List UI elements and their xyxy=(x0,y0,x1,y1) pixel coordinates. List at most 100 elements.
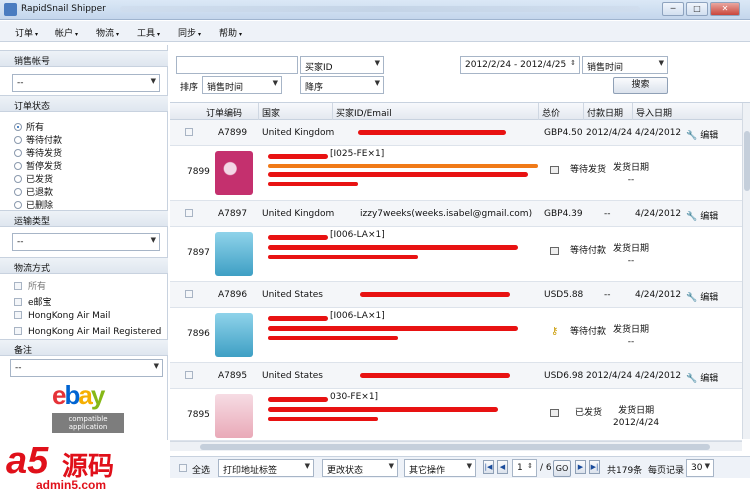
order-number: 7896 xyxy=(187,329,210,339)
admin5-watermark: a5 源码 admin5.com xyxy=(0,440,160,495)
date-range-picker[interactable]: 2012/2/24 - 2012/4/25 ⇕ xyxy=(460,56,580,74)
radio-selected-icon xyxy=(14,123,22,131)
edit-link[interactable]: 🔧 编辑 xyxy=(686,290,718,303)
order-code: A7896 xyxy=(218,290,248,300)
maximize-button[interactable]: □ xyxy=(686,2,708,16)
go-button[interactable]: GO xyxy=(553,460,571,477)
sales-account-heading: 销售帐号 xyxy=(0,50,168,67)
document-icon[interactable] xyxy=(550,247,559,255)
order-row[interactable]: A7897 United Kingdom izzy7weeks(weeks.is… xyxy=(170,201,742,227)
edit-link[interactable]: 🔧 编辑 xyxy=(686,128,718,141)
watermark-url: admin5.com xyxy=(36,478,107,492)
menu-accounts[interactable]: 帐户 ▾ xyxy=(55,26,78,39)
logistics-check-all[interactable]: 所有 xyxy=(14,279,46,292)
chevron-down-icon: ▼ xyxy=(374,59,380,67)
order-row[interactable]: A7899 United Kingdom GBP4.50 2012/4/24 4… xyxy=(170,120,742,146)
redaction-mark xyxy=(268,164,538,168)
per-page-select[interactable]: 30 ▼ xyxy=(686,459,714,477)
sort-order-select[interactable]: 降序 ▼ xyxy=(300,76,384,94)
status-radio-all[interactable]: 所有 xyxy=(14,120,44,133)
order-paid-date: 2012/4/24 xyxy=(586,371,633,381)
menu-logistics[interactable]: 物流 ▾ xyxy=(96,26,119,39)
status-radio-refunded[interactable]: 已退款 xyxy=(14,185,53,198)
sales-account-select[interactable]: -- ▼ xyxy=(12,74,160,92)
order-row[interactable]: A7895 United States USD6.98 2012/4/24 4/… xyxy=(170,363,742,389)
sidebar: 销售帐号 -- ▼ 订单状态 所有 等待付款 等待发货 暂停发货 已发货 已退款 … xyxy=(0,45,168,440)
status-radio-paused[interactable]: 暂停发货 xyxy=(14,159,62,172)
redaction-mark xyxy=(358,130,506,135)
col-buyer[interactable]: 买家ID/Email xyxy=(336,106,392,119)
status-radio-awaiting-payment[interactable]: 等待付款 xyxy=(14,133,62,146)
first-page-icon[interactable]: |◀ xyxy=(483,460,494,474)
menu-sync[interactable]: 同步 ▾ xyxy=(178,26,201,39)
redaction-mark xyxy=(268,154,328,159)
menu-tools[interactable]: 工具 ▾ xyxy=(137,26,160,39)
vertical-scrollbar[interactable] xyxy=(742,103,750,439)
redaction-mark xyxy=(268,316,328,321)
remark-select[interactable]: -- ▼ xyxy=(10,359,163,377)
order-sku: 030-FE×1] xyxy=(330,392,379,402)
order-status: 等待发货 xyxy=(570,165,607,175)
chevron-down-icon: ▼ xyxy=(304,462,310,470)
search-input[interactable] xyxy=(176,56,298,74)
page-number-input[interactable]: 1 ⇕ xyxy=(512,459,537,477)
product-thumbnail[interactable] xyxy=(215,232,253,276)
col-order-code[interactable]: 订单编码 xyxy=(206,106,242,119)
order-number: 7895 xyxy=(187,410,210,420)
sort-field-select[interactable]: 销售时间 ▼ xyxy=(202,76,282,94)
col-import-date[interactable]: 导入日期 xyxy=(636,106,672,119)
redaction-mark xyxy=(360,373,510,378)
select-all-checkbox[interactable] xyxy=(179,464,187,472)
print-label-select[interactable]: 打印地址标签 ▼ xyxy=(218,459,314,477)
next-page-icon[interactable]: ▶ xyxy=(575,460,586,474)
minimize-button[interactable]: ─ xyxy=(662,2,684,16)
status-radio-shipped[interactable]: 已发货 xyxy=(14,172,53,185)
shipping-type-select[interactable]: -- ▼ xyxy=(12,233,160,251)
col-country[interactable]: 国家 xyxy=(262,106,280,119)
search-button[interactable]: 搜索 xyxy=(613,77,668,94)
logistics-check-hk-air-mail[interactable]: HongKong Air Mail xyxy=(14,311,110,321)
change-status-select[interactable]: 更改状态 ▼ xyxy=(322,459,398,477)
prev-page-icon[interactable]: ◀ xyxy=(497,460,508,474)
edit-link[interactable]: 🔧 编辑 xyxy=(686,209,718,222)
horizontal-scrollbar[interactable] xyxy=(170,441,742,451)
order-country: United Kingdom xyxy=(262,209,335,219)
col-paid-date[interactable]: 付款日期 xyxy=(587,106,623,119)
document-icon[interactable] xyxy=(550,409,559,417)
document-icon[interactable] xyxy=(550,166,559,174)
order-number: 7899 xyxy=(187,167,210,177)
chevron-down-icon: ▼ xyxy=(704,462,710,470)
row-checkbox[interactable] xyxy=(185,209,193,217)
row-checkbox[interactable] xyxy=(185,290,193,298)
menu-orders[interactable]: 订单 ▾ xyxy=(15,26,38,39)
date-type-select[interactable]: 销售时间 ▼ xyxy=(582,56,668,74)
status-radio-awaiting-shipment[interactable]: 等待发货 xyxy=(14,146,62,159)
product-thumbnail[interactable] xyxy=(215,394,253,438)
order-total: USD6.98 xyxy=(544,371,584,381)
per-page-label: 每页记录 xyxy=(648,466,685,476)
other-operations-select[interactable]: 其它操作 ▼ xyxy=(404,459,476,477)
col-total[interactable]: 总价 xyxy=(542,106,560,119)
product-thumbnail[interactable] xyxy=(215,151,253,195)
menu-help[interactable]: 帮助 ▾ xyxy=(219,26,242,39)
ship-date: 发货日期 -- xyxy=(613,163,650,185)
key-icon[interactable]: ⚷ xyxy=(551,326,558,337)
logistics-check-hk-air-mail-registered[interactable]: HongKong Air Mail Registered xyxy=(14,327,161,337)
edit-link[interactable]: 🔧 编辑 xyxy=(686,371,718,384)
scrollbar-thumb[interactable] xyxy=(744,131,750,191)
product-thumbnail[interactable] xyxy=(215,313,253,357)
order-paid-date: 2012/4/24 xyxy=(586,128,633,138)
watermark-logo: a5 xyxy=(6,440,49,482)
checkbox-icon xyxy=(14,311,22,319)
scrollbar-thumb[interactable] xyxy=(200,444,710,450)
close-button[interactable]: ✕ xyxy=(710,2,740,16)
row-checkbox[interactable] xyxy=(185,371,193,379)
redaction-mark xyxy=(268,407,498,412)
logistics-check-eub[interactable]: e邮宝 xyxy=(14,295,52,308)
row-checkbox[interactable] xyxy=(185,128,193,136)
search-field-select[interactable]: 买家ID ▼ xyxy=(300,56,384,74)
last-page-icon[interactable]: ▶| xyxy=(589,460,600,474)
wrench-icon: 🔧 xyxy=(686,131,698,141)
order-status: 等待付款 xyxy=(570,246,607,256)
order-row[interactable]: A7896 United States USD5.88 -- 4/24/2012… xyxy=(170,282,742,308)
